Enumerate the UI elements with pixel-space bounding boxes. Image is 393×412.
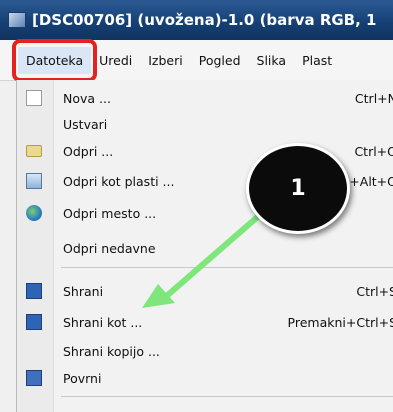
arrow-shaft — [159, 210, 265, 303]
step-number: 1 — [290, 176, 306, 201]
step-callout: 1 — [246, 143, 350, 234]
app-window: [DSC00706] (uvožena)-1.0 (barva RGB, 1 D… — [0, 0, 393, 412]
